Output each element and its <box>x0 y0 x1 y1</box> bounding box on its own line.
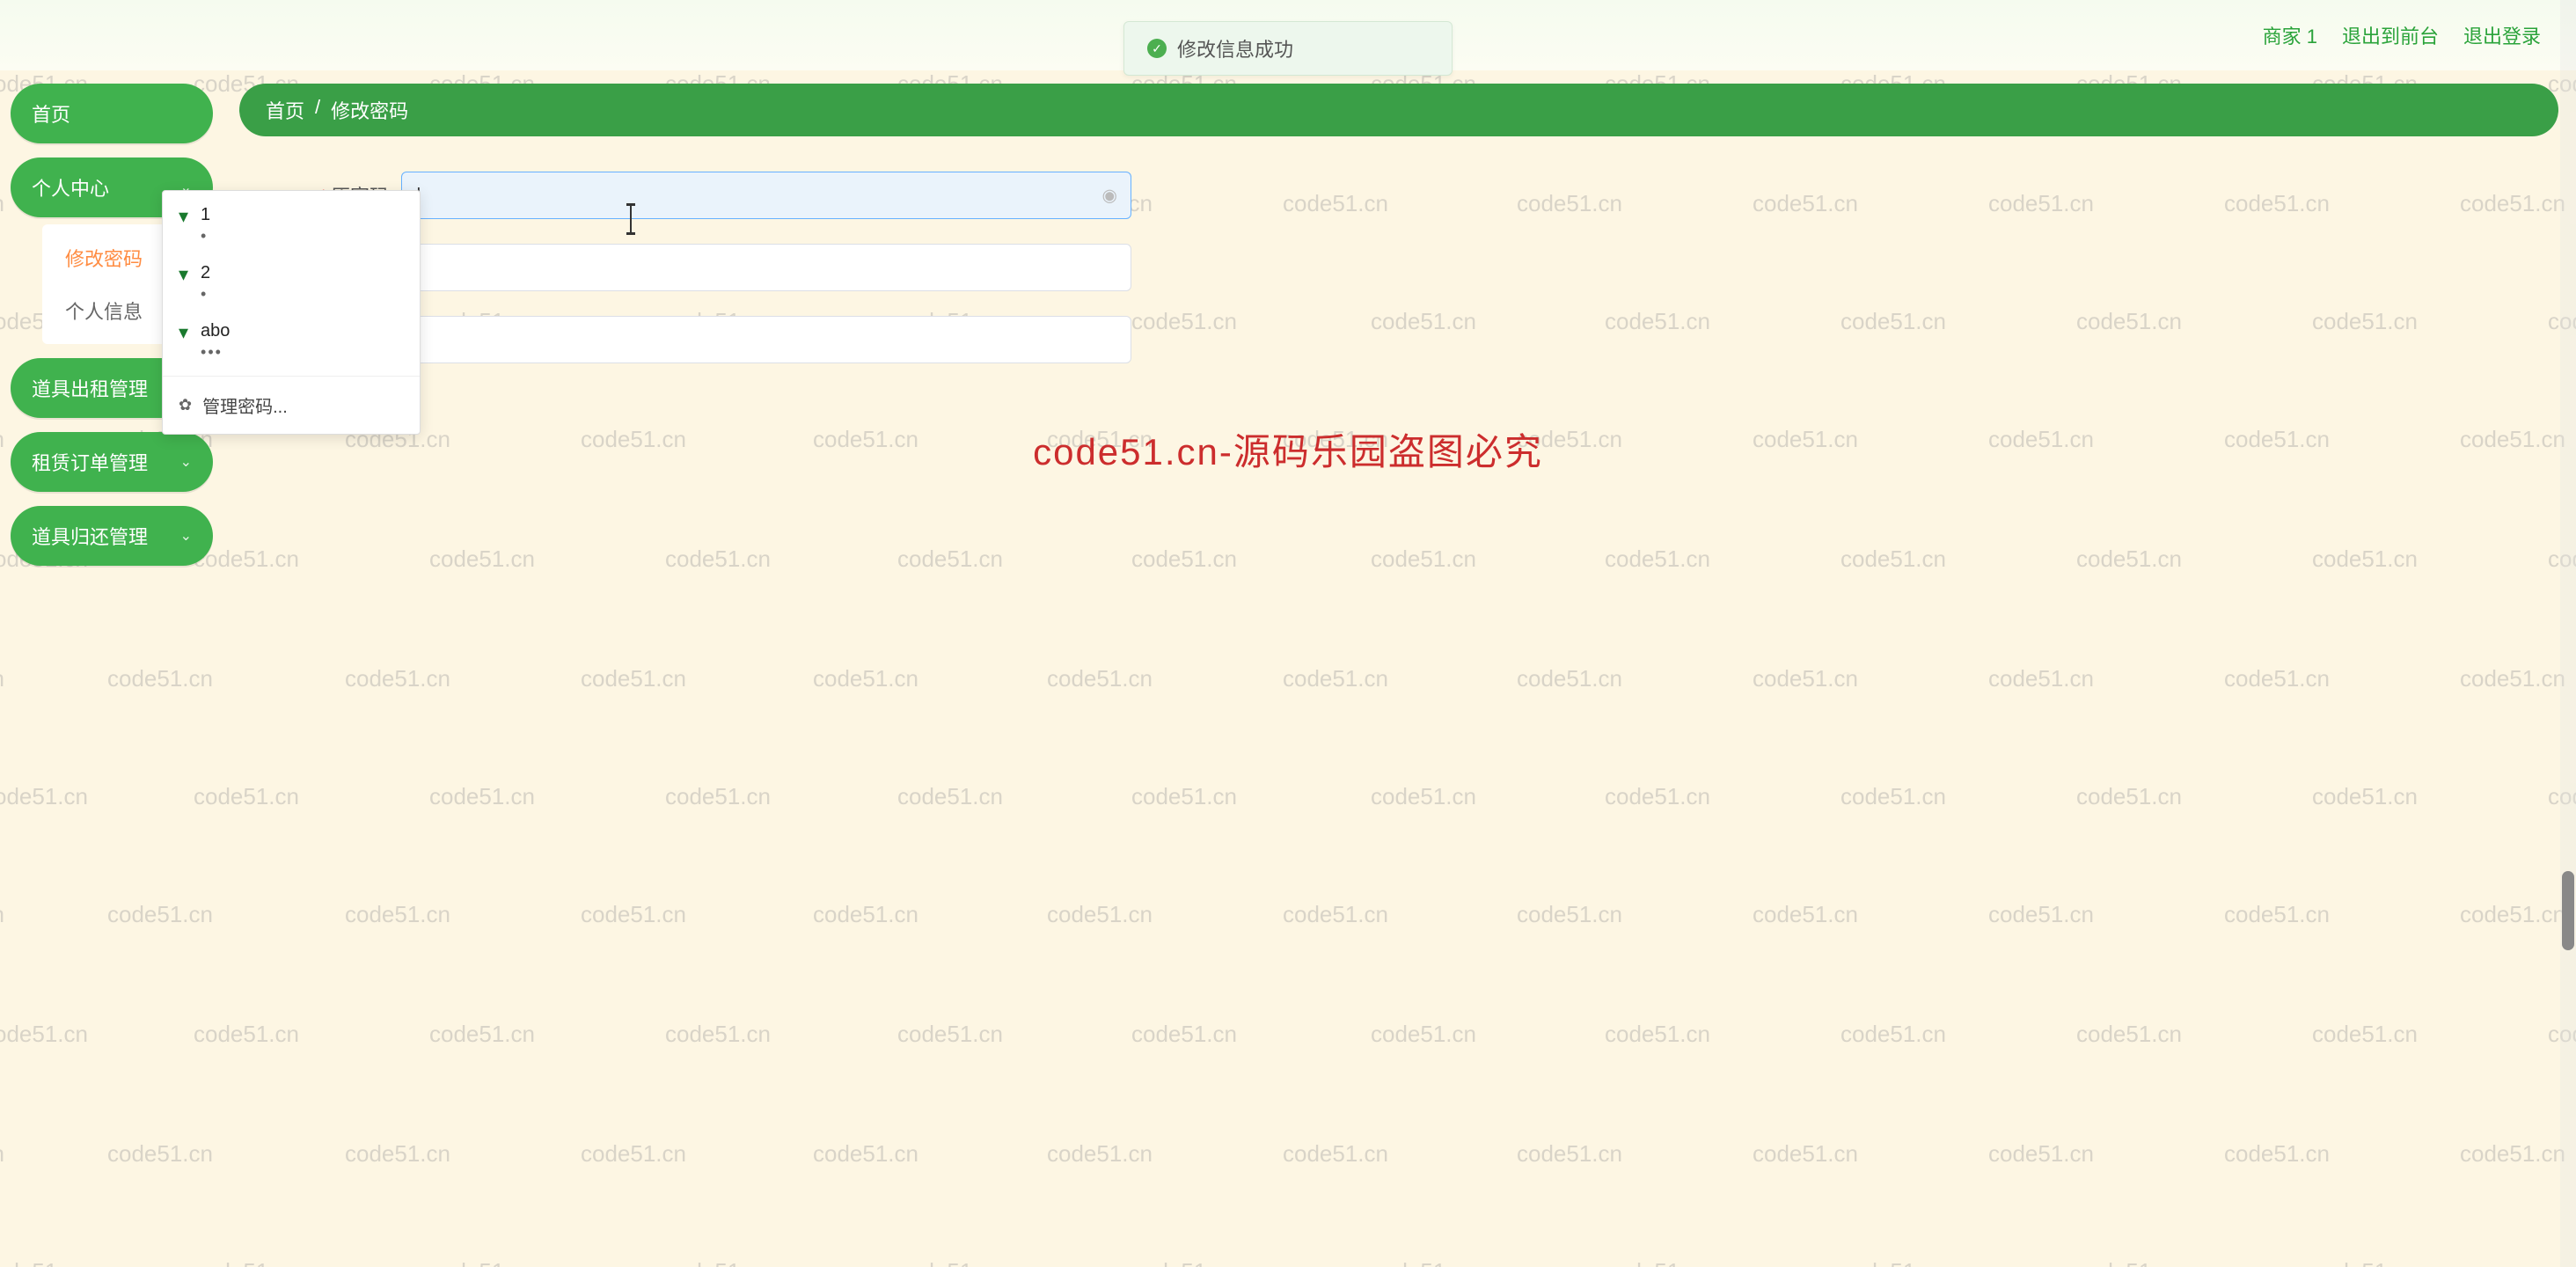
key-icon: ▾ <box>179 207 188 226</box>
nav-home[interactable]: 首页 <box>11 84 213 143</box>
user-label[interactable]: 商家 1 <box>2263 21 2317 49</box>
chevron-down-icon: ⌄ <box>180 453 192 471</box>
password-form: *原密码 ◉ *新密码 *确认密码 <box>239 172 2558 363</box>
chevron-down-icon: ⌄ <box>180 527 192 545</box>
key-icon: ▾ <box>179 323 188 342</box>
main-content: 首页 / 修改密码 *原密码 ◉ *新密码 *确认密码 <box>239 84 2558 1267</box>
gear-icon: ✿ <box>179 396 192 414</box>
key-icon: ▾ <box>179 265 188 284</box>
breadcrumb-home[interactable]: 首页 <box>266 96 304 124</box>
watermark-center: code51.cn-源码乐园盗图必究 <box>1033 422 1543 476</box>
eye-icon[interactable]: ◉ <box>1102 185 1117 207</box>
toast-text: 修改信息成功 <box>1177 34 1293 62</box>
pw-suggestion-item[interactable]: ▾ abo••• <box>163 312 420 370</box>
password-suggestions-dropdown: ▾ 1• ▾ 2• ▾ abo••• ✿ 管理密码... <box>162 190 421 435</box>
breadcrumb: 首页 / 修改密码 <box>239 84 2558 136</box>
text-cursor-icon <box>630 206 632 232</box>
nav-order-mgmt[interactable]: 租赁订单管理 ⌄ <box>11 432 213 492</box>
scrollbar-track[interactable] <box>2560 0 2576 1267</box>
old-password-input[interactable] <box>401 172 1131 219</box>
scrollbar-thumb[interactable] <box>2562 871 2574 950</box>
breadcrumb-sep: / <box>315 96 320 124</box>
pw-suggestion-item[interactable]: ▾ 1• <box>163 196 420 254</box>
confirm-password-input[interactable] <box>401 316 1131 363</box>
exit-to-front-link[interactable]: 退出到前台 <box>2342 21 2439 49</box>
success-icon: ✓ <box>1147 39 1167 58</box>
nav-return-mgmt[interactable]: 道具归还管理 ⌄ <box>11 506 213 566</box>
manage-passwords-link[interactable]: ✿ 管理密码... <box>163 382 420 428</box>
pw-suggestion-item[interactable]: ▾ 2• <box>163 254 420 312</box>
success-toast: ✓ 修改信息成功 <box>1123 21 1453 76</box>
breadcrumb-current: 修改密码 <box>331 96 408 124</box>
logout-link[interactable]: 退出登录 <box>2463 21 2541 49</box>
new-password-input[interactable] <box>401 244 1131 291</box>
